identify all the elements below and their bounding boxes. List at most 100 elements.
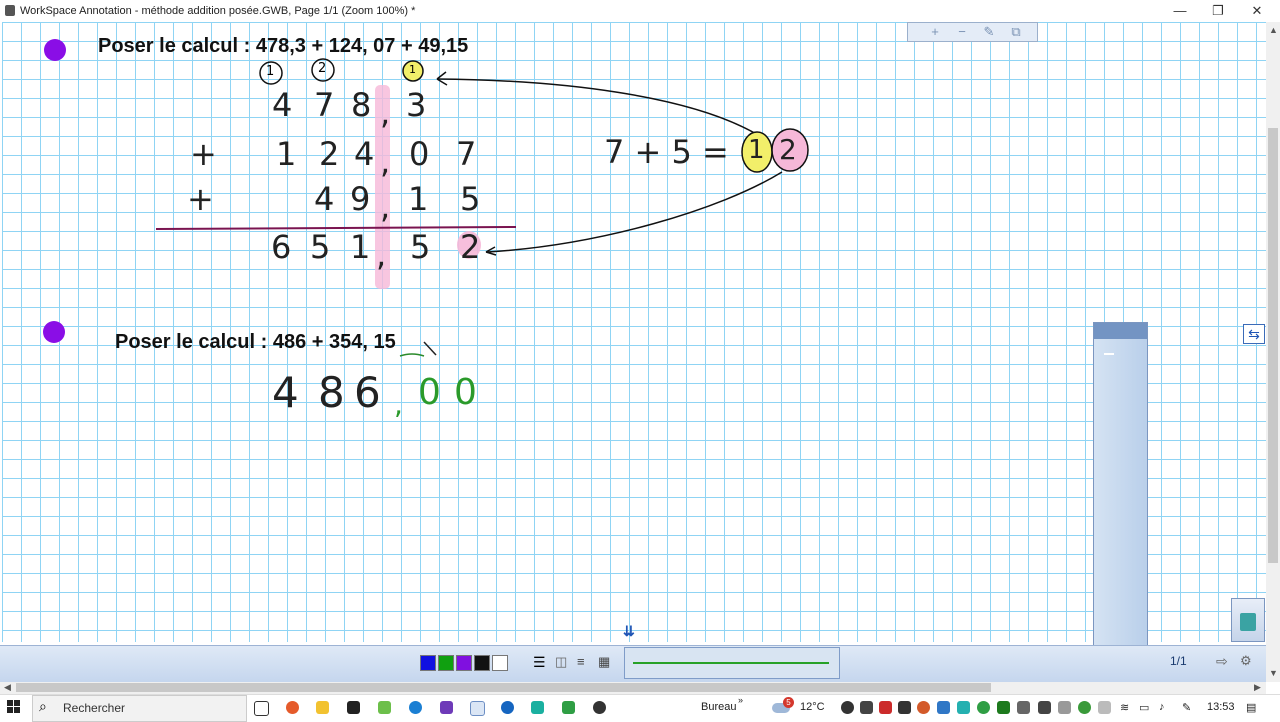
color-swatch-black[interactable] bbox=[474, 655, 490, 671]
digit: 4 bbox=[314, 180, 335, 218]
digit: 1 bbox=[276, 135, 297, 173]
digit: 2 bbox=[460, 228, 481, 266]
cursor-pointer-icon bbox=[423, 341, 437, 356]
line-preview[interactable] bbox=[624, 647, 840, 679]
grid-icon[interactable]: ▦ bbox=[598, 654, 614, 670]
underline bbox=[399, 353, 425, 357]
app-icon-dark[interactable] bbox=[347, 701, 360, 714]
digit: 1 bbox=[350, 228, 371, 266]
comma: , bbox=[380, 94, 391, 132]
tray-icon[interactable] bbox=[1058, 701, 1071, 714]
comma: , bbox=[376, 236, 387, 274]
digit: 2 bbox=[319, 135, 340, 173]
digit: 4 bbox=[272, 86, 293, 124]
tray-icon[interactable] bbox=[1017, 701, 1030, 714]
chevron-icon[interactable]: » bbox=[738, 695, 743, 705]
digit: 0 bbox=[454, 372, 477, 413]
side-calculation: 7 + 5 = bbox=[604, 133, 729, 171]
digit: 6 bbox=[354, 368, 381, 417]
app-icon-round[interactable] bbox=[501, 701, 514, 714]
tray-icon[interactable] bbox=[879, 701, 892, 714]
annotations-layer bbox=[155, 58, 809, 357]
digit: 4 bbox=[354, 135, 375, 173]
column-marker-3: 1 bbox=[409, 63, 416, 76]
color-swatch-green[interactable] bbox=[438, 655, 454, 671]
temperature: 12°C bbox=[800, 701, 825, 713]
tray-icon[interactable] bbox=[1078, 701, 1091, 714]
digit: 4 bbox=[272, 368, 299, 417]
tray-icon[interactable] bbox=[898, 701, 911, 714]
digit: 7 bbox=[314, 86, 335, 124]
search-placeholder: Rechercher bbox=[63, 701, 126, 715]
scroll-up-icon[interactable]: ▲ bbox=[1269, 25, 1278, 35]
wifi-icon[interactable]: ≋ bbox=[1120, 701, 1129, 714]
volume-icon[interactable]: ♪ bbox=[1159, 701, 1165, 713]
app-icon-black[interactable] bbox=[593, 701, 606, 714]
horizontal-scroll-thumb[interactable] bbox=[16, 683, 991, 692]
panel-header[interactable] bbox=[1094, 323, 1147, 339]
line-sample bbox=[633, 662, 829, 664]
exercise-2-heading: Poser le calcul : 486 + 354, 15 bbox=[115, 331, 396, 353]
plus-sign: + bbox=[190, 135, 217, 173]
carry-arrow bbox=[436, 78, 759, 136]
file-explorer-icon[interactable] bbox=[316, 701, 329, 714]
tray-icon[interactable] bbox=[937, 701, 950, 714]
digit: 3 bbox=[406, 86, 427, 124]
notification-icon[interactable]: ▤ bbox=[1246, 701, 1256, 714]
app-icon-green[interactable] bbox=[378, 701, 391, 714]
tray-icon[interactable] bbox=[1038, 701, 1051, 714]
weather-badge: 5 bbox=[783, 697, 794, 708]
collapse-toolbar-icon[interactable]: ⇊ bbox=[623, 623, 643, 641]
digit: 6 bbox=[271, 228, 292, 266]
app-icon-teal[interactable] bbox=[531, 701, 544, 714]
tray-icon[interactable] bbox=[917, 701, 930, 714]
line-style-icon[interactable]: ≡ bbox=[577, 654, 593, 670]
color-swatch-purple[interactable] bbox=[456, 655, 472, 671]
tool-panel[interactable] bbox=[1093, 322, 1148, 678]
battery-icon[interactable]: ▭ bbox=[1139, 701, 1149, 714]
comma: , bbox=[394, 388, 403, 421]
task-view-icon[interactable] bbox=[254, 701, 269, 716]
comma: , bbox=[380, 143, 391, 181]
digit: 8 bbox=[318, 368, 345, 417]
swap-arrows-icon[interactable]: ⇆ bbox=[1243, 324, 1265, 344]
side-result-tens: 1 bbox=[748, 135, 765, 165]
digit: 9 bbox=[350, 180, 371, 218]
bullet-point bbox=[43, 321, 65, 343]
eraser-icon[interactable]: ◫ bbox=[555, 654, 571, 670]
scroll-left-icon[interactable]: ◀ bbox=[4, 682, 11, 693]
workspace-icon[interactable] bbox=[562, 701, 575, 714]
scroll-right-icon[interactable]: ▶ bbox=[1254, 682, 1261, 693]
app-icon-blue[interactable] bbox=[470, 701, 485, 716]
color-swatch-blue[interactable] bbox=[420, 655, 436, 671]
vertical-scroll-thumb[interactable] bbox=[1268, 128, 1278, 563]
windows-icon[interactable] bbox=[7, 700, 21, 714]
side-result-units: 2 bbox=[779, 133, 797, 166]
digit: 0 bbox=[409, 135, 430, 173]
tray-icon[interactable] bbox=[997, 701, 1010, 714]
panel-handle bbox=[1104, 353, 1114, 355]
scroll-down-icon[interactable]: ▼ bbox=[1269, 668, 1278, 678]
column-marker-1: 1 bbox=[266, 64, 275, 79]
column-marker-2: 2 bbox=[318, 61, 327, 76]
tray-icon[interactable] bbox=[1098, 701, 1111, 714]
firefox-icon[interactable] bbox=[286, 701, 299, 714]
color-swatch-white[interactable] bbox=[492, 655, 508, 671]
page-indicator: 1/1 bbox=[1170, 654, 1187, 668]
tray-icon[interactable] bbox=[957, 701, 970, 714]
clock: 13:53 bbox=[1207, 701, 1235, 713]
digit: 8 bbox=[351, 86, 372, 124]
tray-icon[interactable] bbox=[977, 701, 990, 714]
search-icon: ⌕ bbox=[39, 698, 47, 714]
desktop-label[interactable]: Bureau bbox=[701, 701, 736, 713]
tray-icon[interactable] bbox=[860, 701, 873, 714]
digit: 7 bbox=[456, 135, 477, 173]
tray-icon[interactable] bbox=[841, 701, 854, 714]
settings-icon[interactable]: ⚙ bbox=[1240, 653, 1252, 669]
app-icon-purple[interactable] bbox=[440, 701, 453, 714]
line-width-icon[interactable]: ☰ bbox=[533, 654, 549, 670]
next-page-icon[interactable]: ⇨ bbox=[1216, 653, 1228, 670]
edge-icon[interactable] bbox=[409, 701, 422, 714]
recycle-icon[interactable] bbox=[1231, 598, 1265, 642]
pen-icon[interactable]: ✎ bbox=[1182, 701, 1191, 714]
